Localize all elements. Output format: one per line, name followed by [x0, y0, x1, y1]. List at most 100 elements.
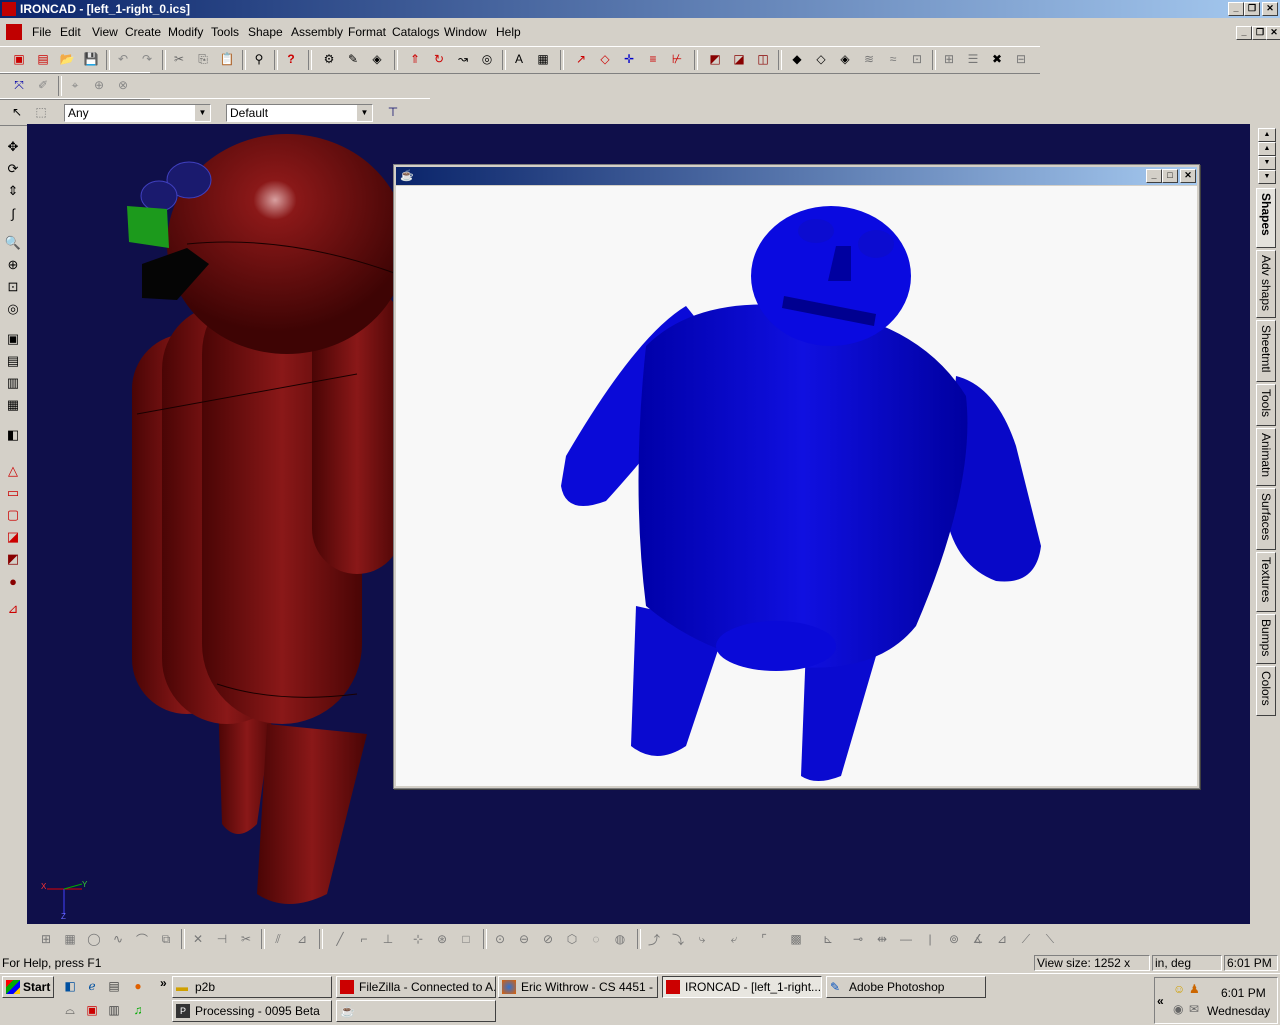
chamfer-sketch-icon[interactable]: ⤵	[669, 930, 687, 948]
face-offset-icon[interactable]: ◇	[812, 50, 830, 68]
boolean-icon[interactable]: ⊞	[940, 50, 958, 68]
camera-view-icon[interactable]: ▦	[4, 396, 22, 414]
undo-icon[interactable]: ↶	[114, 50, 132, 68]
shell-icon[interactable]: ◫	[754, 50, 772, 68]
face-draft-icon[interactable]: ◈	[836, 50, 854, 68]
shape-edit-icon[interactable]: ◩	[4, 550, 22, 568]
messenger-icon[interactable]: ☺	[1173, 982, 1185, 996]
open-folder-icon[interactable]: 📂	[58, 50, 76, 68]
diagonal-icon[interactable]: ⟍	[1041, 930, 1059, 948]
show-desktop-icon[interactable]: ◧	[62, 978, 78, 994]
blue-model-canvas[interactable]	[396, 186, 1197, 786]
face-move-icon[interactable]: ◆	[788, 50, 806, 68]
hierarchy-icon[interactable]: ⊤	[384, 103, 402, 121]
offset-icon[interactable]: ⫽	[269, 930, 287, 948]
doc-minimize-button[interactable]: _	[1236, 26, 1252, 40]
frame-icon[interactable]: ▢	[4, 506, 22, 524]
mirror-icon[interactable]: ⧉	[157, 930, 175, 948]
taskbar-filezilla[interactable]: FileZilla - Connected to A...	[336, 976, 496, 998]
arc-center-icon[interactable]: ◍	[611, 930, 629, 948]
eyedropper-icon[interactable]: ✐	[34, 76, 52, 94]
minimize-button[interactable]: _	[1228, 2, 1244, 16]
sweep-icon[interactable]: ↝	[454, 50, 472, 68]
java-close-button[interactable]: ✕	[1180, 169, 1196, 183]
face-replace-icon[interactable]: ≈	[884, 50, 902, 68]
cut-icon[interactable]: ✂	[170, 50, 188, 68]
arc-icon[interactable]: ⌒	[133, 930, 151, 948]
tab-colors[interactable]: Colors	[1256, 666, 1276, 716]
tab-sheetmtl[interactable]: Sheetmtl	[1256, 320, 1276, 382]
shape-fill-icon[interactable]: ◪	[4, 528, 22, 546]
measure-icon[interactable]: ⌖	[66, 76, 84, 94]
menu-window[interactable]: Window	[444, 25, 487, 39]
firefox-quicklaunch-icon[interactable]: ●	[130, 978, 146, 994]
assembly-icon[interactable]: ⊟	[1012, 50, 1030, 68]
split-icon[interactable]: ☰	[964, 50, 982, 68]
context-help-icon[interactable]: ?	[282, 50, 300, 68]
dim-vert-icon[interactable]: |	[921, 930, 939, 948]
save-icon[interactable]: 💾	[82, 50, 100, 68]
tab-tools[interactable]: Tools	[1256, 384, 1276, 426]
volume-icon[interactable]: ◉	[1173, 1002, 1183, 1016]
dimension-icon[interactable]: ⊿	[4, 600, 22, 618]
copy-icon[interactable]: ⎘	[194, 50, 212, 68]
tools-icon[interactable]: ✖	[988, 50, 1006, 68]
look-at-icon[interactable]: ◎	[4, 300, 22, 318]
filezilla-quicklaunch-icon[interactable]: ▣	[84, 1002, 100, 1018]
tri-ball-icon[interactable]: ⤧	[10, 76, 28, 94]
taskbar-p2b[interactable]: ▬ p2b	[172, 976, 332, 998]
ironcad-app-icon[interactable]	[2, 2, 16, 16]
slash-icon[interactable]: ⟋	[1017, 930, 1035, 948]
image-icon[interactable]: ▦	[534, 50, 552, 68]
spin-icon[interactable]: ↻	[430, 50, 448, 68]
face-blend-icon[interactable]: ≋	[860, 50, 878, 68]
taskbar-processing[interactable]: P Processing - 0095 Beta	[172, 1000, 332, 1022]
center-point-icon[interactable]: ⊙	[491, 930, 509, 948]
new-icon[interactable]: ▣	[10, 50, 28, 68]
walk-icon[interactable]: ∫	[4, 204, 22, 222]
sketch-icon[interactable]: △	[4, 462, 22, 480]
zoom-icon[interactable]: 🔍	[4, 234, 22, 252]
new-scene-icon[interactable]: ▤	[34, 50, 52, 68]
extrude-icon[interactable]: ⇑	[406, 50, 424, 68]
tab-scroll-up-icon[interactable]: ▲	[1258, 142, 1276, 156]
tab-scroll-bottom-icon[interactable]: ▼	[1258, 170, 1276, 184]
spline-icon[interactable]: ∿	[109, 930, 127, 948]
pan-icon[interactable]: ✥	[4, 138, 22, 156]
arrow-icon[interactable]: ↗	[572, 50, 590, 68]
select-box-icon[interactable]: ⬚	[32, 103, 50, 121]
point-icon[interactable]: ⊹	[409, 930, 427, 948]
hatch-icon[interactable]: ▩	[787, 930, 805, 948]
java-preview-window[interactable]: ☕ _ □ ✕	[393, 164, 1200, 789]
printer-icon[interactable]: ▥	[106, 1002, 122, 1018]
fit-view-icon[interactable]: ⊡	[4, 278, 22, 296]
tab-shapes[interactable]: Shapes	[1256, 188, 1276, 248]
scale-sketch-icon[interactable]: ⤶	[725, 930, 743, 948]
menu-format[interactable]: Format	[348, 25, 386, 39]
rotate-sketch-icon[interactable]: ⤷	[693, 930, 711, 948]
distance-icon[interactable]: ⊬	[668, 50, 686, 68]
tab-surfaces[interactable]: Surfaces	[1256, 488, 1276, 550]
dim-radius-icon[interactable]: ⊚	[945, 930, 963, 948]
constraint-icon[interactable]: ≡	[644, 50, 662, 68]
chevron-down-icon[interactable]: ▼	[194, 105, 210, 121]
document-icon[interactable]	[6, 24, 22, 40]
tab-scroll-top-icon[interactable]: ▲	[1258, 128, 1276, 142]
itunes-icon[interactable]: ♫	[130, 1002, 146, 1018]
dim-horiz-icon[interactable]: ⇹	[873, 930, 891, 948]
circle-3pt-icon[interactable]: ⊖	[515, 930, 533, 948]
project-icon[interactable]: ⊿	[293, 930, 311, 948]
menu-view[interactable]: View	[92, 25, 118, 39]
measure-distance-icon[interactable]: ⊗	[114, 76, 132, 94]
render-mode-icon[interactable]: ◧	[4, 426, 22, 444]
menu-modify[interactable]: Modify	[168, 25, 203, 39]
menu-tools[interactable]: Tools	[211, 25, 239, 39]
line-icon[interactable]: ╱	[331, 930, 349, 948]
binoculars-icon[interactable]: ⚲	[250, 50, 268, 68]
grid-icon[interactable]: ⊞	[37, 930, 55, 948]
tab-scroll-down-icon[interactable]: ▼	[1258, 156, 1276, 170]
break-icon[interactable]: ✂	[237, 930, 255, 948]
zoom-window-icon[interactable]: ⊕	[4, 256, 22, 274]
mail-icon[interactable]: ✉	[1189, 1002, 1199, 1016]
camera-lens-icon[interactable]: ▥	[4, 374, 22, 392]
